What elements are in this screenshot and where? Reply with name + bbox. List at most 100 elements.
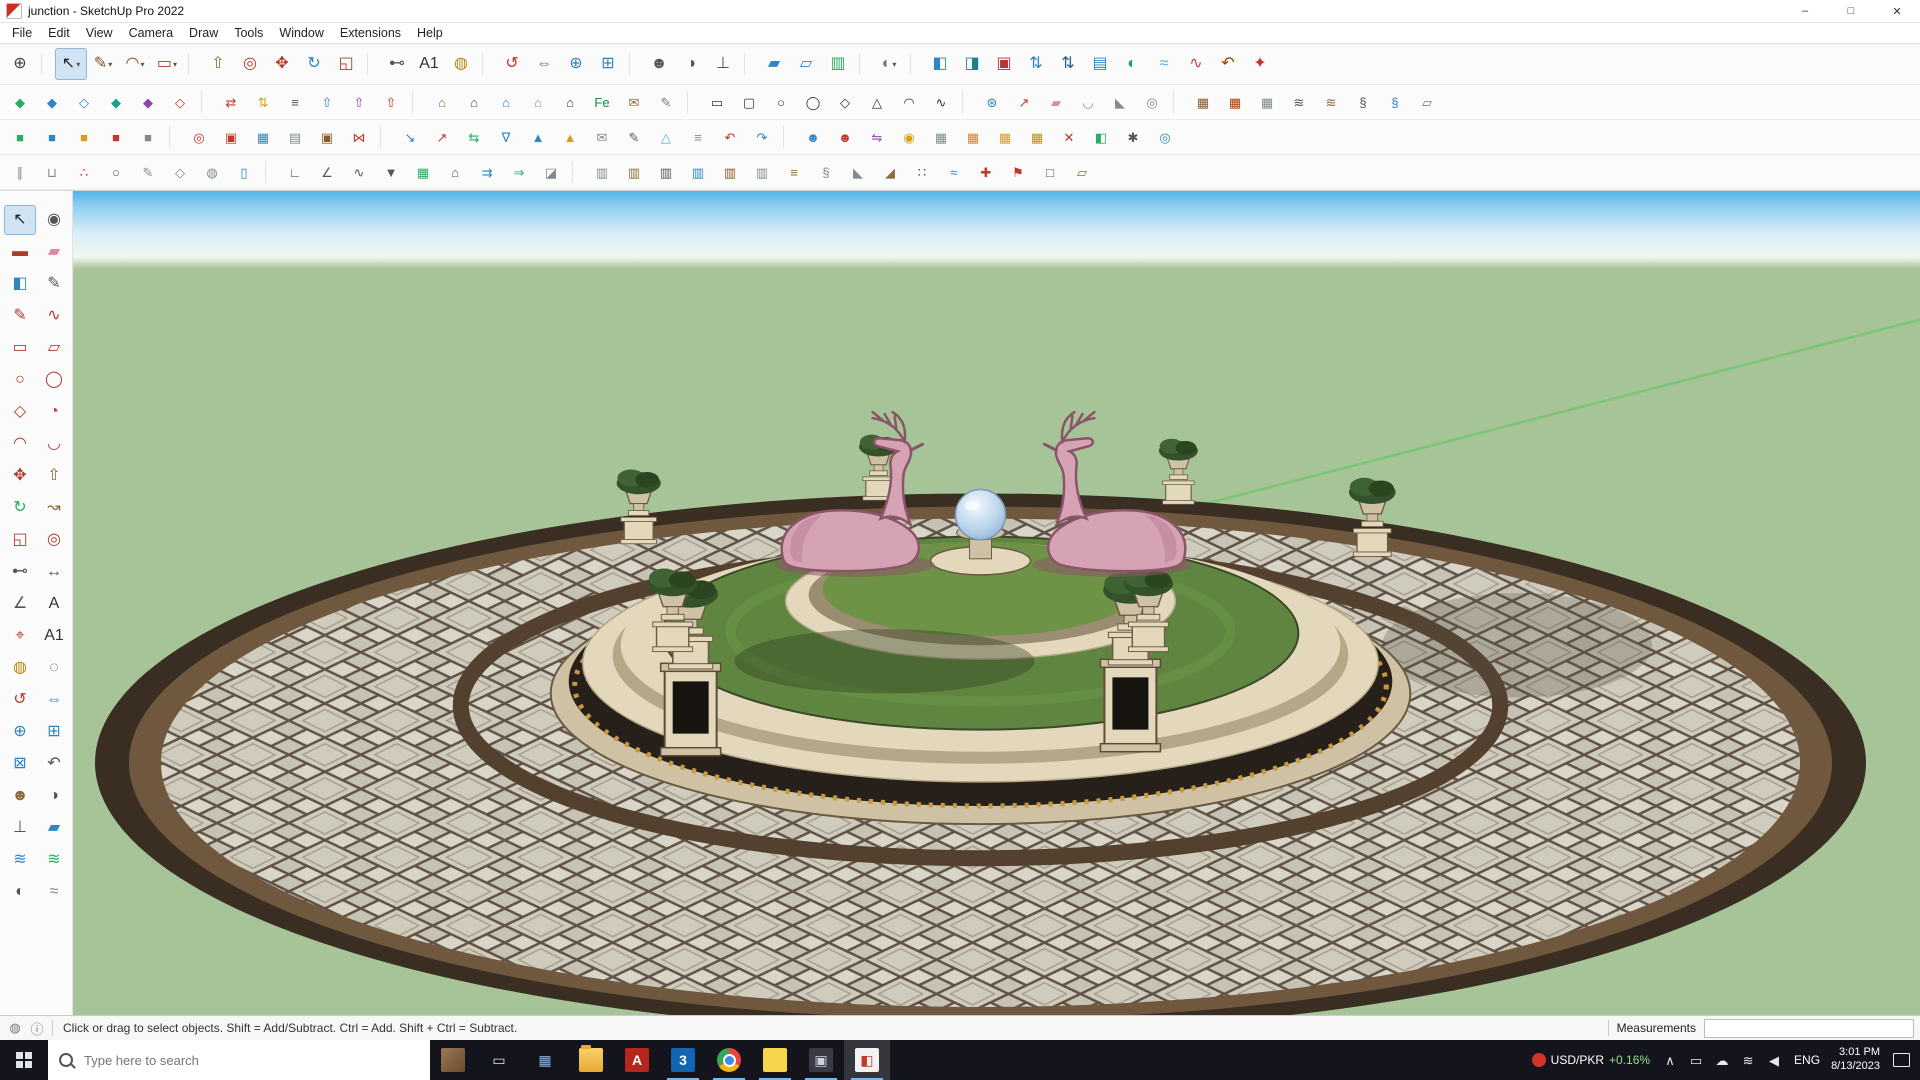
stone-material-tool[interactable]: ▦ (1251, 88, 1283, 116)
3d-text-tool[interactable]: A1 (38, 621, 70, 651)
draw-square-tool[interactable]: ▢ (733, 88, 765, 116)
zoom-window-tool[interactable]: ⊕ (4, 48, 36, 80)
smooth-curve-tool[interactable]: ∿ (1180, 48, 1212, 80)
worker-tool[interactable]: ☻ (797, 123, 829, 151)
fog-tool[interactable]: ≈ (38, 877, 70, 907)
gear-tool[interactable]: ✱ (1117, 123, 1149, 151)
push-pull-tool[interactable]: ⇧ (202, 48, 234, 80)
maximize-button[interactable]: □ (1828, 0, 1874, 22)
cone-blue-tool[interactable]: ▲ (522, 123, 554, 151)
pan-tool-left[interactable]: ⇔ (38, 685, 70, 715)
plane-tool[interactable]: △ (650, 123, 682, 151)
protractor-tool[interactable]: ∠ (4, 589, 36, 619)
freehand-tool[interactable]: ∿ (38, 301, 70, 331)
menu-help[interactable]: Help (409, 24, 451, 42)
frame-select-tool[interactable]: ▣ (215, 123, 247, 151)
ellipse-tool[interactable]: ◯ (38, 365, 70, 395)
fog-toggle[interactable]: ≈ (1148, 48, 1180, 80)
viewport-canvas[interactable] (73, 191, 1920, 1015)
skew-tool[interactable]: ▱ (1411, 88, 1443, 116)
weave-tool[interactable]: ≋ (1283, 88, 1315, 116)
look-around-left[interactable]: ◑ (38, 781, 70, 811)
draw-rectangle-tool[interactable]: ▭ (701, 88, 733, 116)
solid-split-tool[interactable]: ◇ (164, 88, 196, 116)
align-tool[interactable]: ≡ (279, 88, 311, 116)
pencil-gray-tool[interactable]: ✎ (618, 123, 650, 151)
display-icon[interactable]: ▭ (1687, 1046, 1705, 1074)
menu-edit[interactable]: Edit (40, 24, 78, 42)
menu-draw[interactable]: Draw (181, 24, 226, 42)
pipe-tool[interactable]: ∥ (4, 158, 36, 186)
zoom-window-tool-left[interactable]: ⊞ (38, 717, 70, 747)
window-grid-tool[interactable]: ▦ (247, 123, 279, 151)
polygon-gray-tool[interactable]: ◇ (164, 158, 196, 186)
axes-tool[interactable]: ⌖ (4, 621, 36, 651)
push-pull-tool-left[interactable]: ⇧ (38, 461, 70, 491)
match-photo-tool[interactable]: ▤ (1084, 48, 1116, 80)
simplify-tool[interactable]: ✦ (1244, 48, 1276, 80)
brick-material-tool[interactable]: ▦ (1187, 88, 1219, 116)
currency-ticker[interactable]: USD/PKR +0.16% (1531, 1053, 1650, 1067)
walk-tool-left[interactable]: ⊥ (4, 813, 36, 843)
pie-tool[interactable]: ◔ (38, 397, 70, 427)
shell-tool[interactable]: ◎ (1136, 88, 1168, 116)
delete-tool[interactable]: ✕ (1053, 123, 1085, 151)
blue-cube-tool[interactable]: ■ (36, 123, 68, 151)
rectangle-tool[interactable]: ▭ (4, 333, 36, 363)
offset-tool[interactable]: ◎ (234, 48, 266, 80)
corner-tool[interactable]: ∟ (279, 158, 311, 186)
shadows-tool[interactable]: ◐ (4, 877, 36, 907)
adobe-app[interactable]: A (614, 1040, 660, 1080)
drop-tool[interactable]: ∇ (490, 123, 522, 151)
position-camera-tool[interactable]: ☻ (643, 48, 675, 80)
select-tool-left[interactable]: ↖ (4, 205, 36, 235)
truss-tool[interactable]: ⌂ (554, 88, 586, 116)
task-view-button[interactable]: ▭ (476, 1040, 522, 1080)
widgets-app[interactable] (430, 1040, 476, 1080)
solid-union-tool[interactable]: ◆ (36, 88, 68, 116)
mirror-tool[interactable]: ▯ (228, 158, 260, 186)
undo-curve-tool[interactable]: ↶ (1212, 48, 1244, 80)
onedrive-icon[interactable]: ☁ (1713, 1046, 1731, 1074)
target-tool[interactable]: ◎ (1149, 123, 1181, 151)
smooth-tool[interactable]: ≋ (38, 845, 70, 875)
pencil-edit-tool[interactable]: ✎ (132, 158, 164, 186)
mesh-weave-tool[interactable]: ≋ (1315, 88, 1347, 116)
joint-push-pull-tool[interactable]: ⇧ (311, 88, 343, 116)
cylinder-tool[interactable]: ⊔ (36, 158, 68, 186)
calculator-app[interactable]: ▦ (522, 1040, 568, 1080)
ring-tool[interactable]: ◎ (183, 123, 215, 151)
arc-tool[interactable]: ◠ (119, 48, 151, 80)
zoom-tool-left[interactable]: ⊕ (4, 717, 36, 747)
fredo-scale-tool[interactable]: Fe (586, 88, 618, 116)
rotate-tool-left[interactable]: ↻ (4, 493, 36, 523)
box-outline-tool[interactable]: □ (1034, 158, 1066, 186)
eye-tool[interactable]: ◉ (38, 205, 70, 235)
move-diagonal-tool[interactable]: ↘ (394, 123, 426, 151)
orbit-tool-left[interactable]: ↺ (4, 685, 36, 715)
position-camera-left[interactable]: ☻ (4, 781, 36, 811)
action-center-icon[interactable] (1893, 1053, 1910, 1067)
dots-grid-tool[interactable]: ∷ (906, 158, 938, 186)
two-point-arc-tool[interactable]: ◠ (4, 429, 36, 459)
coin-tool[interactable]: ◉ (893, 123, 925, 151)
menu-extensions[interactable]: Extensions (332, 24, 409, 42)
edit-pencil-tool[interactable]: ✎ (38, 269, 70, 299)
wave-tool[interactable]: ≈ (938, 158, 970, 186)
extension-warehouse-tool[interactable]: ▣ (988, 48, 1020, 80)
sample-paint-tool[interactable]: ◌ (38, 653, 70, 683)
spiral-stair-tool[interactable]: § (810, 158, 842, 186)
solid-subtract-tool[interactable]: ◇ (68, 88, 100, 116)
clock[interactable]: 3:01 PM 8/13/2023 (1831, 1046, 1880, 1074)
hidden-icons-chevron[interactable]: ∧ (1661, 1046, 1679, 1074)
chart-tool[interactable]: ◪ (535, 158, 567, 186)
house-small-tool[interactable]: ⌂ (439, 158, 471, 186)
text-tool-left[interactable]: A (38, 589, 70, 619)
line-tool-left[interactable]: ✎ (4, 301, 36, 331)
tape-measure-left[interactable]: ⊷ (4, 557, 36, 587)
volume-icon[interactable]: ◀ (1765, 1046, 1783, 1074)
sort-ascending-tool[interactable]: ⇅ (1020, 48, 1052, 80)
soften-edges-tool[interactable]: ≋ (4, 845, 36, 875)
paint-bucket-tool[interactable]: ◍ (445, 48, 477, 80)
3ds-max-app[interactable]: 3 (660, 1040, 706, 1080)
